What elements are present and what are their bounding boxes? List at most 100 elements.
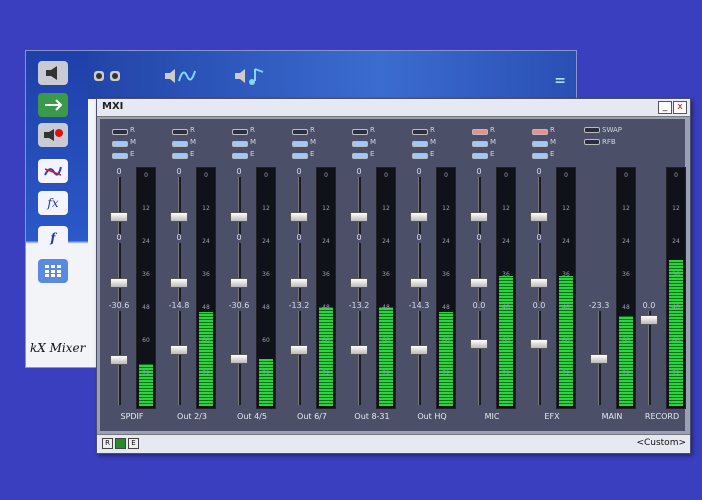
fader-track[interactable]	[118, 243, 121, 301]
flag-led[interactable]	[352, 141, 368, 147]
flag-led[interactable]	[352, 153, 368, 159]
fader-track[interactable]	[178, 311, 181, 405]
fader-track[interactable]	[358, 311, 361, 405]
flag-led[interactable]	[292, 153, 308, 159]
routing-icon[interactable]	[38, 93, 68, 117]
fader-track[interactable]	[118, 177, 121, 235]
flag-led[interactable]	[472, 153, 488, 159]
record-icon[interactable]	[38, 123, 68, 147]
fader-knob[interactable]	[230, 212, 248, 222]
flag-led[interactable]	[352, 129, 368, 135]
fader-knob[interactable]	[290, 212, 308, 222]
flag-led[interactable]	[232, 153, 248, 159]
minimize-button[interactable]: _	[658, 101, 672, 114]
fader-knob[interactable]	[470, 212, 488, 222]
meter-tick: 48	[142, 304, 150, 311]
fader-knob[interactable]	[110, 355, 128, 365]
speakers-icon[interactable]	[90, 63, 126, 89]
flag-led[interactable]	[412, 153, 428, 159]
flag-led[interactable]	[292, 141, 308, 147]
meter-tick: 36	[382, 271, 390, 278]
f-icon[interactable]: f	[38, 226, 68, 250]
flag-led[interactable]	[292, 129, 308, 135]
fader-track[interactable]	[538, 311, 541, 405]
fader-knob[interactable]	[170, 345, 188, 355]
close-button[interactable]: x	[673, 101, 687, 114]
speaker-icon[interactable]	[38, 61, 68, 85]
fader-knob[interactable]	[470, 278, 488, 288]
fader-track[interactable]	[178, 243, 181, 301]
fader-knob[interactable]	[290, 278, 308, 288]
fader-track[interactable]	[648, 311, 651, 405]
fader-track[interactable]	[418, 177, 421, 235]
flag-led[interactable]	[112, 141, 128, 147]
fader-track[interactable]	[418, 243, 421, 301]
fader-knob[interactable]	[350, 212, 368, 222]
flag-led[interactable]	[172, 129, 188, 135]
fader-track[interactable]	[538, 177, 541, 235]
fader-knob[interactable]	[470, 339, 488, 349]
flag-led[interactable]	[232, 141, 248, 147]
status-e-button[interactable]: E	[128, 438, 139, 449]
fader-knob[interactable]	[290, 345, 308, 355]
flag-led[interactable]	[532, 129, 548, 135]
fader-track[interactable]	[298, 243, 301, 301]
kx-menu-glyph[interactable]: =	[554, 73, 566, 89]
meter-tick: 72	[442, 370, 450, 377]
fader-knob[interactable]	[530, 212, 548, 222]
fader-knob[interactable]	[640, 315, 658, 325]
flag-led[interactable]	[532, 141, 548, 147]
fader-track[interactable]	[478, 311, 481, 405]
fader-knob[interactable]	[110, 278, 128, 288]
note-icon[interactable]	[232, 63, 268, 89]
fader-knob[interactable]	[350, 278, 368, 288]
preset-label[interactable]: <Custom>	[636, 438, 686, 448]
fader-track[interactable]	[238, 177, 241, 235]
graph-icon[interactable]	[38, 159, 68, 183]
mixer-titlebar[interactable]: MXI _ x	[97, 99, 690, 117]
flag-led[interactable]	[112, 153, 128, 159]
flag-led[interactable]	[412, 129, 428, 135]
flag-led[interactable]	[232, 129, 248, 135]
fader-track[interactable]	[478, 177, 481, 235]
fader-knob[interactable]	[410, 212, 428, 222]
fader-knob[interactable]	[410, 345, 428, 355]
fader-value: 0.0	[642, 301, 656, 310]
fader-knob[interactable]	[230, 278, 248, 288]
fader-knob[interactable]	[110, 212, 128, 222]
fader-track[interactable]	[358, 177, 361, 235]
fader-knob[interactable]	[230, 354, 248, 364]
rfb-led[interactable]	[584, 139, 600, 145]
flag-led[interactable]	[172, 153, 188, 159]
flag-led[interactable]	[112, 129, 128, 135]
status-play-button[interactable]	[115, 438, 126, 449]
fader-track[interactable]	[538, 243, 541, 301]
fx-icon[interactable]: fx	[38, 191, 68, 215]
fader-track[interactable]	[298, 311, 301, 405]
fader-knob[interactable]	[410, 278, 428, 288]
flag-led[interactable]	[412, 141, 428, 147]
level-meter: 0 12 24 36 48 60 72	[666, 167, 686, 409]
fader-knob[interactable]	[530, 278, 548, 288]
fader-track[interactable]	[418, 311, 421, 405]
swap-led[interactable]	[584, 127, 600, 133]
fader-knob[interactable]	[170, 278, 188, 288]
fader-track[interactable]	[238, 243, 241, 301]
fader-track[interactable]	[298, 177, 301, 235]
flag-led[interactable]	[472, 141, 488, 147]
flag-label: E	[370, 150, 375, 158]
fader-knob[interactable]	[530, 339, 548, 349]
fader-track[interactable]	[478, 243, 481, 301]
status-r-button[interactable]: R	[102, 438, 113, 449]
fader-knob[interactable]	[170, 212, 188, 222]
flag-led[interactable]	[472, 129, 488, 135]
wave-icon[interactable]	[162, 63, 198, 89]
flag-led[interactable]	[172, 141, 188, 147]
fader-knob[interactable]	[590, 354, 608, 364]
fader-track[interactable]	[358, 243, 361, 301]
grid-icon[interactable]	[38, 259, 68, 283]
meter-tick: 24	[442, 238, 450, 245]
fader-track[interactable]	[178, 177, 181, 235]
flag-led[interactable]	[532, 153, 548, 159]
fader-knob[interactable]	[350, 345, 368, 355]
